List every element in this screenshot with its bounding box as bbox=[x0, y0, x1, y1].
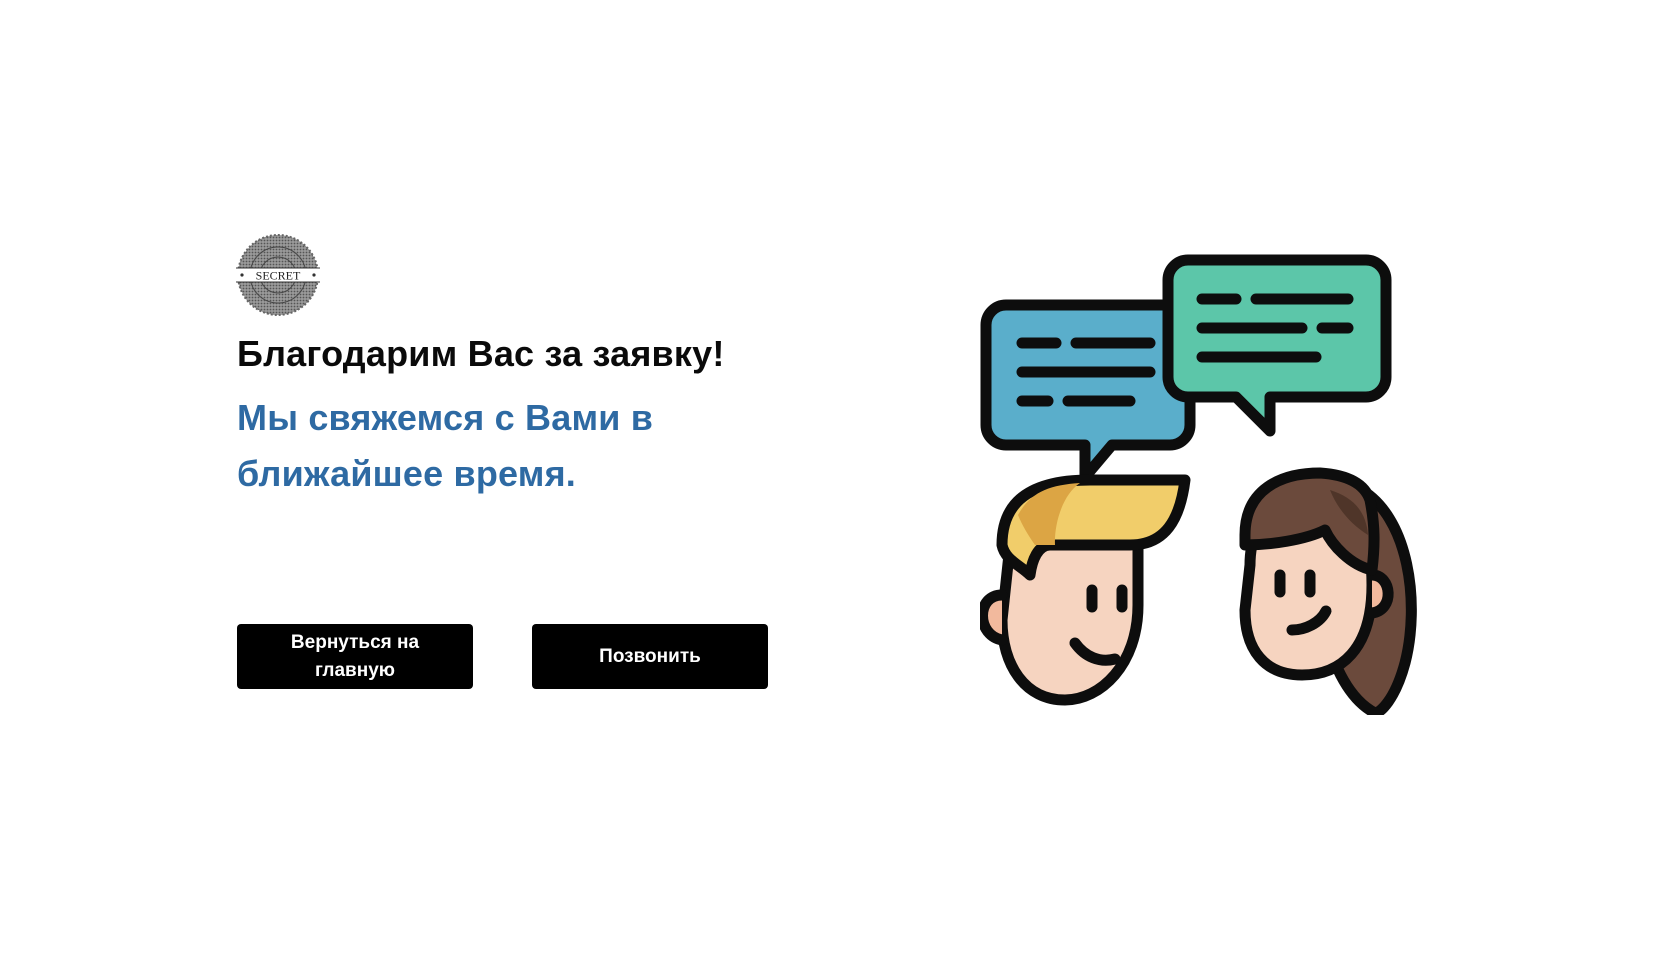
man-avatar-icon bbox=[980, 474, 1191, 706]
page-subtitle: Мы свяжемся с Вами в ближайшее время. bbox=[237, 397, 654, 494]
woman-avatar-icon bbox=[1239, 467, 1417, 715]
call-button[interactable]: Позвонить bbox=[532, 624, 768, 689]
chat-people-illustration-icon bbox=[980, 245, 1470, 715]
secret-logo-icon: SECRET bbox=[236, 233, 320, 317]
back-to-home-button[interactable]: Вернуться на главную bbox=[237, 624, 473, 689]
speech-bubble-blue-icon bbox=[980, 299, 1196, 483]
page-title: Благодарим Вас за заявку! bbox=[237, 333, 725, 374]
logo-text: SECRET bbox=[256, 269, 301, 283]
speech-bubble-green-icon bbox=[1162, 254, 1392, 437]
